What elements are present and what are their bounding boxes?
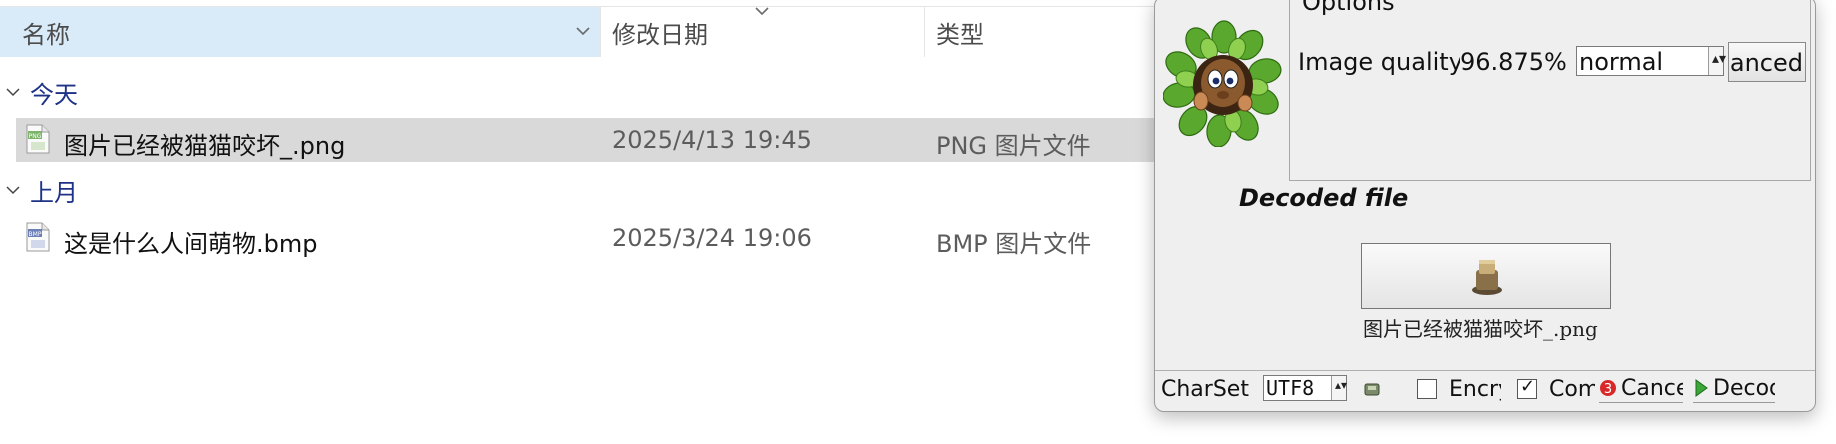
options-title: Options [1302,0,1395,16]
column-header-type[interactable]: 类型 [924,7,1164,57]
svg-text:3: 3 [1604,382,1612,397]
chevron-down-icon [6,186,20,195]
options-group: Options Image quality 96.875% normal ▴▾ … [1289,0,1811,181]
advanced-button-label: Advanced [1729,49,1803,77]
charset-value: UTF8 [1266,376,1315,400]
file-row[interactable]: PNG 图片已经被猫猫咬坏_.png 2025/4/13 19:45 PNG 图… [16,118,1176,162]
decoded-file-label: Decoded file [1239,184,1409,212]
image-quality-value: 96.875% [1460,48,1567,76]
decoded-filename: 图片已经被猫猫咬坏_.png [1363,317,1598,341]
file-date: 2025/3/24 19:06 [612,224,812,252]
bmp-file-icon: BMP [26,222,50,252]
column-header-date-label: 修改日期 [612,20,708,49]
collapse-chevron-icon[interactable] [754,6,770,18]
encrypt-label: Encrypt [1449,377,1501,402]
file-name: 图片已经被猫猫咬坏_.png [64,132,346,160]
svg-text:PNG: PNG [29,133,42,140]
cancel-button[interactable]: 3 Cancel [1599,373,1683,403]
file-type: BMP 图片文件 [936,230,1092,258]
encrypt-checkbox[interactable] [1417,379,1437,399]
decoder-dialog: Options Image quality 96.875% normal ▴▾ … [1154,0,1816,412]
spin-arrows-icon[interactable]: ▴▾ [1708,47,1726,75]
divider [1155,370,1815,371]
play-icon [1695,379,1708,397]
save-icon[interactable] [1363,381,1381,397]
group-label: 上月 [30,178,78,207]
image-quality-label: Image quality [1298,48,1460,76]
quality-mode-value: normal [1579,48,1664,76]
checkmark-icon: ✓ [1520,376,1536,397]
charset-label: CharSet [1161,377,1249,402]
group-header-last-month[interactable]: 上月 [0,170,78,210]
package-icon [1472,260,1502,295]
file-row[interactable]: BMP 这是什么人间萌物.bmp 2025/3/24 19:06 BMP 图片文… [16,216,1176,260]
file-type: PNG 图片文件 [936,132,1091,160]
png-file-icon: PNG [26,124,50,154]
column-header-name[interactable]: 名称 [0,7,600,57]
cancel-button-label: Cancel [1621,376,1683,401]
decode-button[interactable]: Decode [1693,373,1775,403]
group-header-today[interactable]: 今天 [0,72,78,112]
svg-text:BMP: BMP [29,231,42,238]
chevron-down-icon [6,88,20,97]
quality-mode-select[interactable]: normal ▴▾ [1576,46,1726,76]
mascot-logo-icon [1163,20,1282,147]
group-label: 今天 [30,80,78,109]
decoded-file-button[interactable] [1361,243,1611,309]
file-date: 2025/4/13 19:45 [612,126,812,154]
decode-button-label: Decode [1713,376,1775,401]
column-header-type-label: 类型 [936,20,984,49]
column-header-name-label: 名称 [22,20,70,49]
compress-checkbox[interactable]: ✓ [1517,376,1537,399]
file-name: 这是什么人间萌物.bmp [64,230,318,258]
compress-label: Compress [1549,377,1595,402]
advanced-button[interactable]: Advanced [1728,42,1806,82]
charset-select[interactable]: UTF8 ▴▾ [1263,375,1347,401]
cancel-icon: 3 [1600,380,1616,397]
spin-arrows-icon[interactable]: ▴▾ [1331,376,1347,400]
sort-chevron-icon[interactable] [574,22,592,40]
